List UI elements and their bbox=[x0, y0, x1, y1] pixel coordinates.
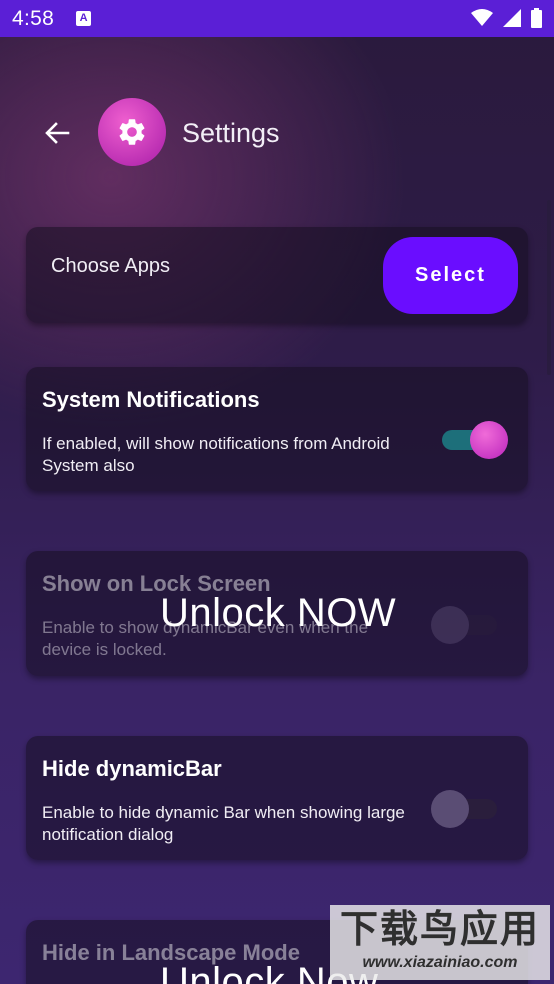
hide-dynamicbar-toggle[interactable] bbox=[431, 789, 503, 829]
unlock-now-overlay[interactable]: Unlock NOW bbox=[160, 591, 396, 636]
toggle-thumb bbox=[431, 790, 469, 828]
watermark-text: 下载鸟应用 bbox=[339, 906, 540, 951]
toggle-thumb bbox=[431, 606, 469, 644]
watermark-url: www.xiazainiao.com bbox=[362, 954, 518, 971]
settings-logo bbox=[98, 98, 166, 166]
page-title: Settings bbox=[182, 118, 280, 148]
system-notifications-toggle[interactable] bbox=[436, 420, 508, 460]
signal-icon bbox=[503, 9, 521, 27]
arrow-left-icon bbox=[45, 122, 70, 144]
battery-icon bbox=[531, 8, 542, 28]
choose-apps-label: Choose Apps bbox=[51, 255, 170, 277]
setting-description: If enabled, will show notifications from… bbox=[42, 434, 390, 475]
notification-app-icon: A bbox=[76, 11, 92, 26]
hide-dynamicbar-card: Hide dynamicBar Enable to hide dynamic B… bbox=[26, 736, 528, 860]
status-icons bbox=[471, 8, 542, 28]
toggle-thumb bbox=[470, 421, 508, 459]
setting-description: Enable to hide dynamic Bar when showing … bbox=[42, 803, 405, 844]
setting-title: System Notifications bbox=[42, 387, 260, 412]
lock-screen-card: Show on Lock Screen Enable to show dynam… bbox=[26, 551, 528, 676]
select-apps-button[interactable]: Select bbox=[383, 237, 518, 314]
status-bar: 4:58 A bbox=[0, 0, 554, 37]
gear-icon bbox=[119, 119, 145, 145]
choose-apps-card: Choose Apps Select bbox=[26, 227, 528, 323]
lock-screen-toggle[interactable] bbox=[431, 605, 503, 645]
setting-title: Hide dynamicBar bbox=[42, 756, 222, 781]
back-button[interactable] bbox=[42, 118, 72, 148]
system-notifications-card: System Notifications If enabled, will sh… bbox=[26, 367, 528, 491]
scrollbar[interactable] bbox=[547, 200, 551, 375]
status-time: 4:58 bbox=[12, 6, 55, 30]
watermark: 下载鸟应用 www.xiazainiao.com bbox=[330, 905, 550, 980]
wifi-icon bbox=[471, 9, 493, 26]
